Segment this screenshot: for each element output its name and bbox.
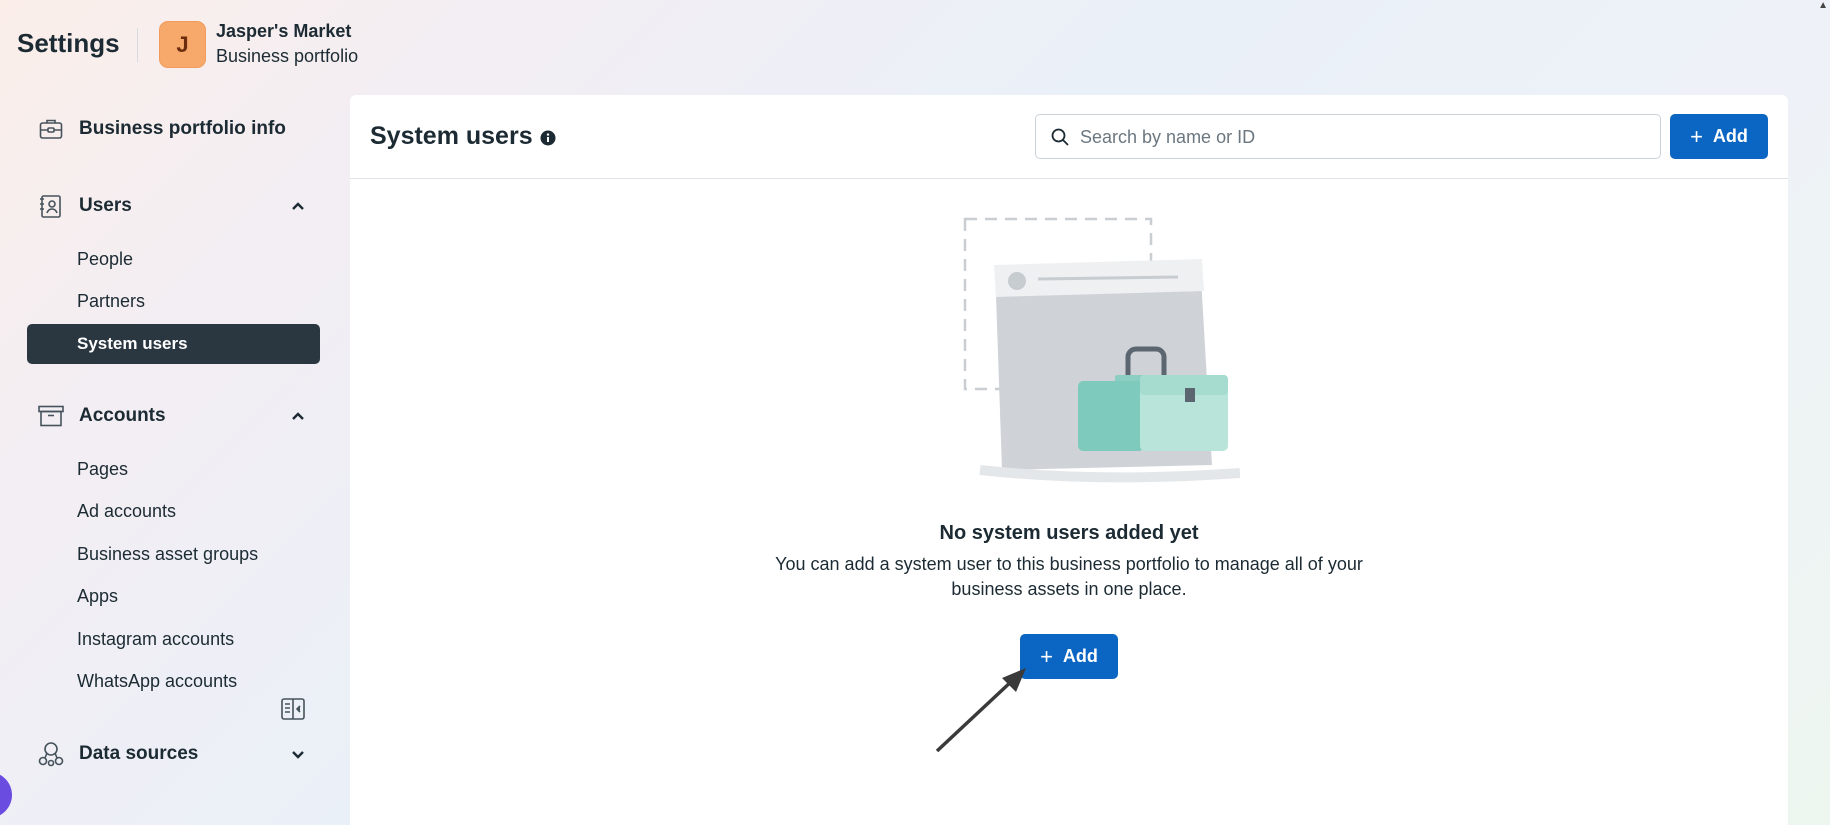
sidebar-section-accounts[interactable]: Accounts — [38, 396, 308, 436]
empty-state-title: No system users added yet — [939, 522, 1199, 544]
portfolio-name[interactable]: Jasper's Market — [216, 21, 351, 42]
panel-title: System users — [370, 122, 533, 150]
sidebar-item-business-info[interactable]: Business portfolio info — [38, 109, 308, 149]
portfolio-type: Business portfolio — [216, 46, 359, 66]
sidebar-item-ad-accounts[interactable]: Ad accounts — [77, 497, 176, 525]
search-icon — [1051, 128, 1069, 146]
sidebar-item-instagram-accounts[interactable]: Instagram accounts — [77, 625, 234, 653]
user-badge-icon — [38, 193, 64, 219]
sidebar-item-apps[interactable]: Apps — [77, 582, 118, 610]
sidebar-label-business-info: Business portfolio info — [79, 118, 286, 139]
chevron-down-icon[interactable] — [288, 744, 308, 764]
sidebar-item-system-users[interactable]: System users — [27, 324, 320, 364]
briefcase-icon — [38, 116, 64, 142]
sidebar-item-business-asset-groups[interactable]: Business asset groups — [77, 540, 258, 568]
search-box[interactable] — [1035, 114, 1661, 159]
search-input[interactable] — [1080, 123, 1640, 151]
add-system-user-button[interactable]: + Add — [1670, 114, 1768, 159]
chevron-up-icon[interactable] — [288, 196, 308, 216]
sidebar-label-users: Users — [79, 195, 132, 216]
add-system-user-button-center[interactable]: + Add — [1020, 634, 1118, 679]
sidebar-section-users[interactable]: Users — [38, 186, 308, 226]
scroll-up-arrow-icon[interactable]: ▲ — [1818, 0, 1828, 11]
main-panel: System users + Add No system users added… — [350, 95, 1788, 825]
annotation-arrow-icon — [935, 668, 1026, 753]
page-title: Settings — [17, 28, 120, 58]
plus-icon: + — [1040, 643, 1053, 669]
collapse-sidebar-icon[interactable] — [280, 696, 306, 722]
sidebar-item-pages[interactable]: Pages — [77, 455, 128, 483]
sidebar-label-data-sources: Data sources — [79, 743, 199, 764]
empty-state-description: You can add a system user to this busine… — [775, 554, 1363, 599]
empty-state-illustration — [963, 217, 1240, 483]
sidebar-label-accounts: Accounts — [79, 405, 166, 426]
data-sources-icon — [38, 741, 64, 767]
header-divider — [137, 28, 138, 62]
chevron-up-icon[interactable] — [288, 406, 308, 426]
sidebar-section-data-sources[interactable]: Data sources — [38, 734, 308, 774]
archive-box-icon — [38, 403, 64, 429]
portfolio-avatar[interactable]: J — [159, 21, 206, 68]
add-button-label: Add — [1062, 646, 1098, 666]
sidebar-item-partners[interactable]: Partners — [77, 287, 145, 315]
add-button-label: Add — [1712, 126, 1748, 146]
sidebar-item-whatsapp-accounts[interactable]: WhatsApp accounts — [77, 667, 237, 695]
panel-header: System users + Add — [350, 95, 1788, 179]
plus-icon: + — [1690, 123, 1703, 149]
top-bar: Settings J Jasper's Market Business port… — [0, 0, 1830, 92]
info-icon[interactable] — [540, 130, 556, 146]
sidebar-item-people[interactable]: People — [77, 245, 133, 273]
